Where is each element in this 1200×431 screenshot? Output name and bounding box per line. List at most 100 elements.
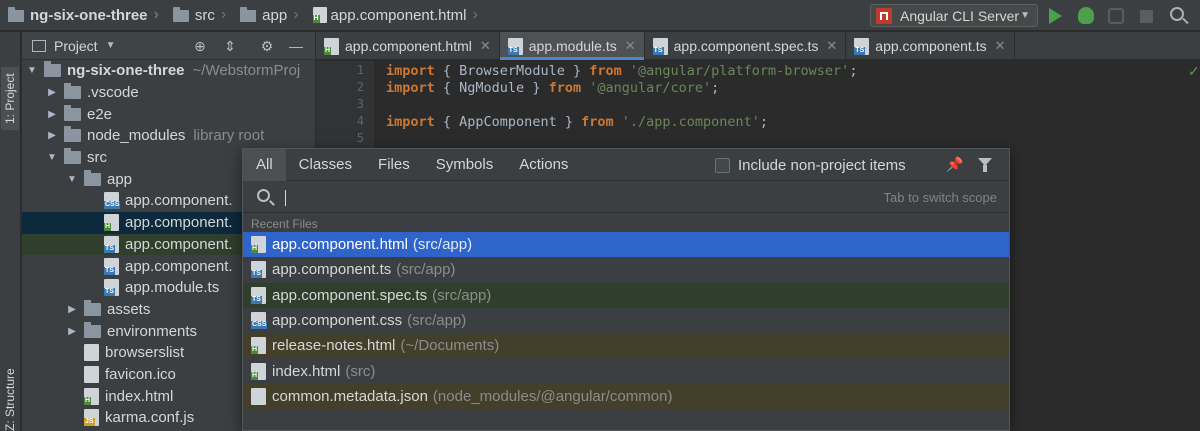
typescript-file-icon: TS <box>104 279 119 297</box>
navigation-bar: ng-six-one-three › src › app › H app.com… <box>0 0 1200 31</box>
tree-label: app.component. <box>125 235 233 253</box>
result-item[interactable]: Hindex.html (src) <box>243 358 1009 383</box>
collapsed-arrow-icon[interactable]: ▶ <box>66 326 78 337</box>
breadcrumb-label: src <box>194 6 215 24</box>
collapsed-arrow-icon[interactable]: ▶ <box>46 87 58 98</box>
tab-classes[interactable]: Classes <box>286 149 365 181</box>
structure-tool-button[interactable]: Z: Structure <box>1 362 19 431</box>
line-number: 5 <box>356 131 364 145</box>
search-icon <box>257 189 270 202</box>
code-token: from <box>589 63 622 79</box>
result-item[interactable]: common.metadata.json (node_modules/@angul… <box>243 383 1009 410</box>
tree-row[interactable]: ▶ node_modules library root <box>22 125 315 147</box>
result-path: (src/app) <box>412 236 473 254</box>
chevron-right-icon: › <box>472 6 478 23</box>
html-file-icon: H <box>104 214 119 232</box>
editor-tab[interactable]: TS app.component.spec.ts ✕ <box>645 32 847 60</box>
search-icon[interactable] <box>1170 7 1184 21</box>
breadcrumb-src[interactable]: src › <box>165 0 232 31</box>
chevron-down-icon: ▼ <box>1020 10 1030 21</box>
chevron-down-icon[interactable]: ▼ <box>106 40 116 51</box>
tab-symbols[interactable]: Symbols <box>423 149 507 181</box>
close-icon[interactable]: ✕ <box>995 38 1006 54</box>
line-number: 2 <box>356 80 364 94</box>
tree-label: e2e <box>87 105 113 123</box>
breadcrumb-app[interactable]: app › <box>232 0 304 31</box>
tool-window-strip: 1: Project Z: Structure <box>0 32 21 431</box>
code-token: import <box>386 114 435 130</box>
close-icon[interactable]: ✕ <box>625 38 636 54</box>
project-tool-button[interactable]: 1: Project <box>1 67 19 130</box>
file-type-tag: JS <box>84 418 95 427</box>
locate-icon[interactable]: ⊕ <box>192 38 208 54</box>
result-path: (src) <box>345 362 376 380</box>
project-title[interactable]: Project <box>54 38 98 54</box>
tree-label: favicon.ico <box>105 365 176 383</box>
folder-icon <box>84 299 101 316</box>
tab-files[interactable]: Files <box>365 149 423 181</box>
collapse-all-icon[interactable]: ⇕ <box>222 38 238 54</box>
code-token: { AppComponent } <box>434 114 582 130</box>
result-item[interactable]: CSS app.component.css (src/app) <box>243 308 1009 333</box>
code-token: '@angular/platform-browser' <box>621 63 850 79</box>
result-path: (~/Documents) <box>400 337 500 355</box>
editor-tab[interactable]: Happ.component.html ✕ <box>316 32 500 60</box>
tree-label: app.module.ts <box>125 279 220 297</box>
html-file-icon: H <box>312 7 327 23</box>
tree-label: src <box>87 149 107 167</box>
close-icon[interactable]: ✕ <box>480 38 491 54</box>
result-item[interactable]: Hrelease-notes.html (~/Documents) <box>243 333 1009 359</box>
editor-tab[interactable]: TS app.module.ts ✕ <box>499 32 645 60</box>
tab-label: app.component.ts <box>875 38 987 54</box>
checkmark-icon: ✓ <box>1188 63 1200 79</box>
html-file-icon: H <box>251 236 266 254</box>
file-type-tag: TS <box>251 295 262 304</box>
expanded-arrow-icon[interactable]: ▼ <box>26 65 38 76</box>
project-toolbar: Project ▼ ⊕ ⇕ ⚙ — <box>22 32 315 60</box>
gear-icon[interactable]: ⚙ <box>259 38 275 54</box>
typescript-file-icon: TS <box>507 37 523 55</box>
code-token: '@angular/core' <box>581 80 712 96</box>
run-configuration-select[interactable]: Angular CLI Server ▼ <box>870 4 1038 27</box>
code-token: ; <box>849 63 858 79</box>
code-line: import { AppComponent } from './app.comp… <box>386 114 768 130</box>
tree-label: .vscode <box>87 84 139 102</box>
result-item[interactable]: Happ.component.html (src/app) <box>243 232 1009 258</box>
stop-icon[interactable] <box>1140 10 1153 23</box>
hide-icon[interactable]: — <box>288 38 304 54</box>
include-non-project-checkbox[interactable]: Include non-project items <box>715 149 906 181</box>
breadcrumb-label: app.component.html <box>330 6 467 24</box>
expanded-arrow-icon[interactable]: ▼ <box>46 152 58 163</box>
result-item[interactable]: TS app.component.spec.ts (src/app) <box>243 282 1009 308</box>
run-icon[interactable] <box>1049 8 1062 24</box>
css-file-icon: CSS <box>251 312 268 330</box>
editor-tab[interactable]: TS app.component.ts ✕ <box>846 32 1015 60</box>
collapsed-arrow-icon[interactable]: ▶ <box>46 109 58 120</box>
tree-label: app <box>107 170 133 188</box>
breadcrumb-file[interactable]: H app.component.html › <box>305 0 484 31</box>
expanded-arrow-icon[interactable]: ▼ <box>66 174 78 185</box>
tree-label: karma.conf.js <box>105 409 195 427</box>
editor-tabs: Happ.component.html ✕ TS app.module.ts ✕ TS ap… <box>316 32 1200 60</box>
tab-label: app.component.html <box>345 38 472 54</box>
search-input[interactable]: Tab to switch scope <box>243 181 1009 213</box>
pin-icon[interactable]: 📌 <box>946 156 963 172</box>
tree-row[interactable]: ▼ ng-six-one-three ~/WebstormProj <box>22 60 315 82</box>
close-icon[interactable]: ✕ <box>826 38 837 54</box>
result-item[interactable]: TS app.component.ts (src/app) <box>243 257 1009 282</box>
tree-row[interactable]: ▶ e2e <box>22 103 315 125</box>
tree-row[interactable]: ▶ .vscode <box>22 82 315 104</box>
result-name: release-notes.html <box>272 337 396 355</box>
breadcrumb-project[interactable]: ng-six-one-three › <box>0 0 165 31</box>
collapsed-arrow-icon[interactable]: ▶ <box>46 130 58 141</box>
debug-icon[interactable] <box>1078 7 1094 24</box>
search-scope-tabs: All Classes Files Symbols Actions Includ… <box>243 148 1009 181</box>
tab-actions[interactable]: Actions <box>506 149 581 181</box>
coverage-icon[interactable] <box>1108 8 1124 24</box>
tab-all[interactable]: All <box>243 148 286 181</box>
filter-icon[interactable] <box>978 158 992 172</box>
file-type-tag: TS <box>104 244 115 253</box>
collapsed-arrow-icon[interactable]: ▶ <box>66 304 78 315</box>
tree-label: app.component. <box>125 257 233 275</box>
typescript-file-icon: TS <box>251 286 266 304</box>
